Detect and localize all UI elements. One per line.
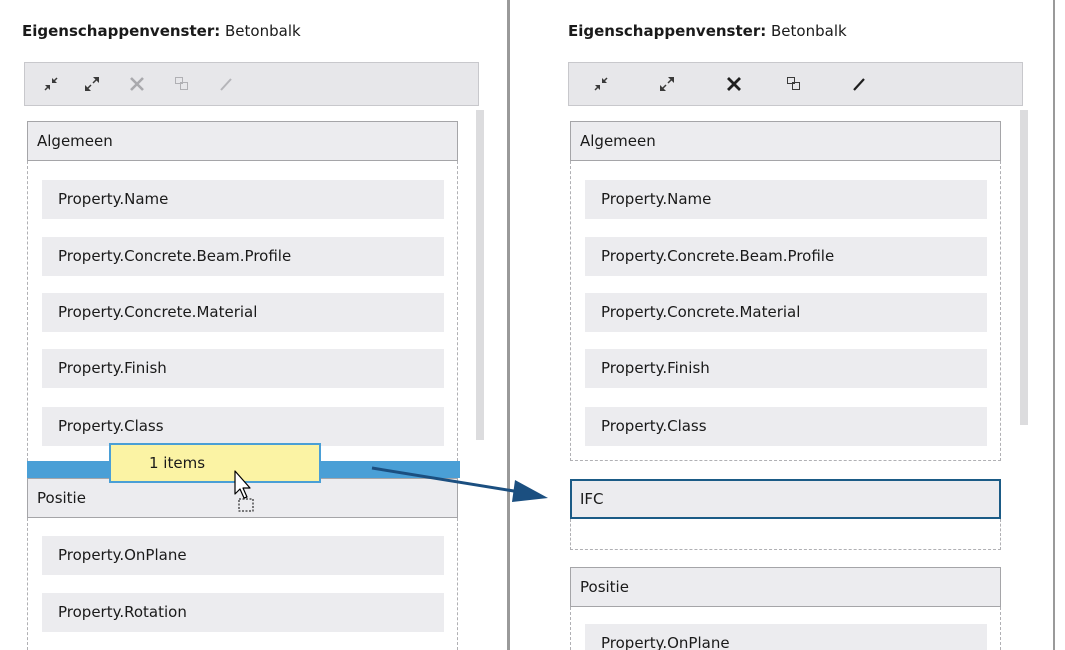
transition-arrow-icon [371, 466, 548, 502]
